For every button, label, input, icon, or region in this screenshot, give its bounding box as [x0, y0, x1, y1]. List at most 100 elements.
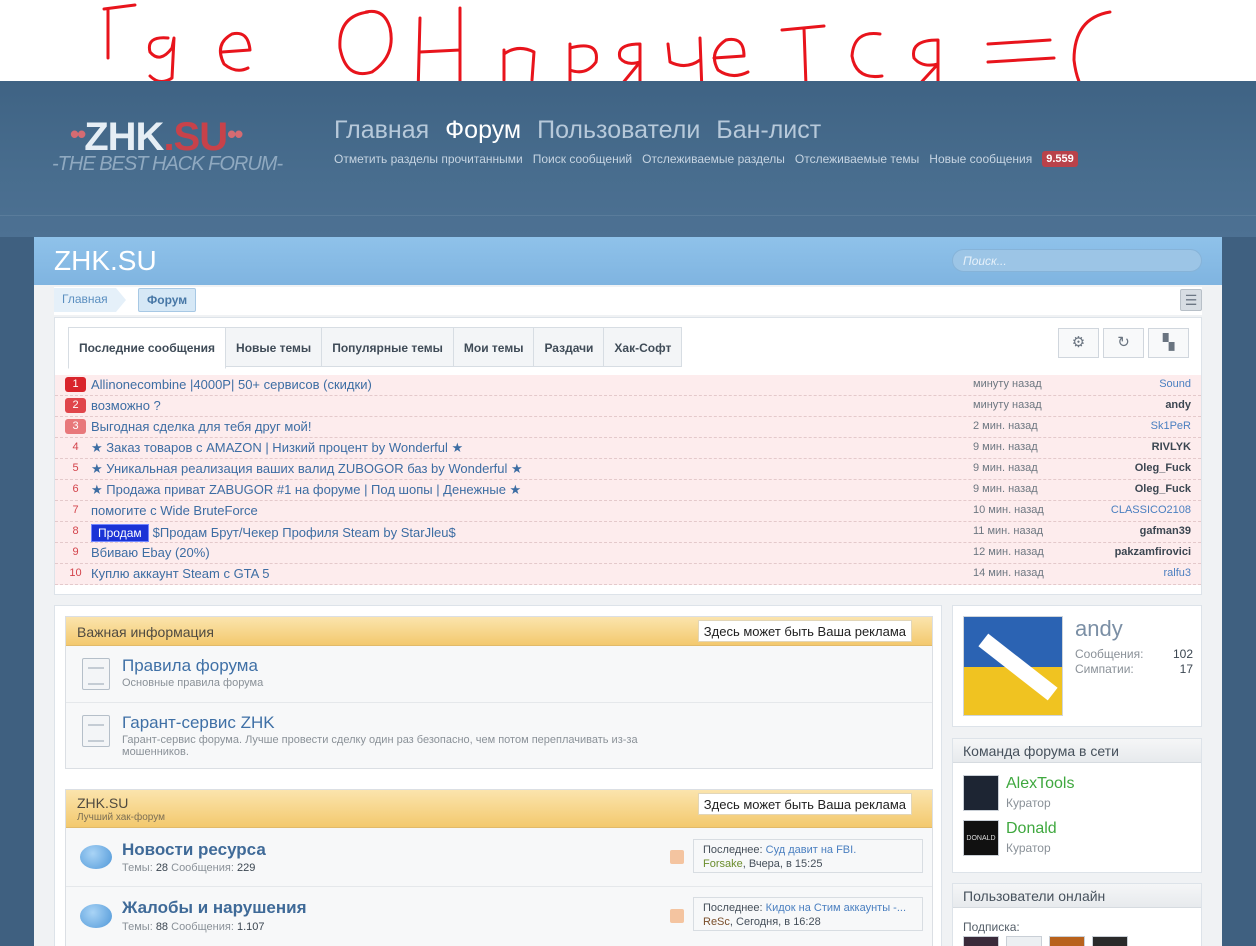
list-menu-icon[interactable]: ☰	[1180, 289, 1202, 311]
topic-author-link[interactable]: Sk1PeR	[1151, 420, 1191, 432]
new-posts-count-badge[interactable]: 9.559	[1042, 151, 1078, 167]
last-post-user-link[interactable]: ReSc	[703, 916, 730, 928]
table-row[interactable]: 1 Allinonecombine |4000P| 50+ сервисов (…	[55, 375, 1201, 396]
category-title[interactable]: ZHK.SU	[77, 795, 128, 811]
table-row[interactable]: 9 Вбиваю Ebay (20%) 12 мин. назад pakzam…	[55, 543, 1201, 564]
topic-author-link[interactable]: pakzamfirovici	[1115, 546, 1191, 558]
category-title[interactable]: Важная информация	[77, 624, 214, 640]
topic-title-link[interactable]: Куплю аккаунт Steam с GTA 5	[91, 566, 269, 581]
topic-title-link[interactable]: Продам $Продам Брут/Чекер Профиля Steam b…	[91, 524, 456, 542]
staff-role: Куратор	[1006, 796, 1051, 810]
ad-banner[interactable]: Здесь может быть Ваша реклама	[697, 793, 912, 815]
topic-title-link[interactable]: ★ Продажа приват ZABUGOR #1 на форуме | …	[91, 482, 521, 498]
profile-posts: Сообщения: 102	[1075, 647, 1193, 661]
forum-node[interactable]: Правила форума Основные правила форума	[66, 646, 932, 703]
handwritten-annotation	[0, 0, 1256, 81]
last-post-link[interactable]: Суд давит на FBI.	[766, 844, 857, 856]
nav-item-banlist[interactable]: Бан-лист	[716, 116, 821, 145]
avatar[interactable]	[1049, 936, 1085, 946]
avatar[interactable]	[1092, 936, 1128, 946]
forum-node[interactable]: Новости ресурса Темы: 28 Сообщения: 229 …	[66, 828, 932, 887]
forum-title-link[interactable]: Жалобы и нарушения	[122, 898, 307, 918]
topic-author-link[interactable]: Oleg_Fuck	[1135, 462, 1191, 474]
table-row[interactable]: 10 Куплю аккаунт Steam с GTA 5 14 мин. н…	[55, 564, 1201, 585]
subnav-mark-read[interactable]: Отметить разделы прочитанными	[334, 152, 523, 166]
table-row[interactable]: 2 возможно ? минуту назад andy	[55, 396, 1201, 417]
table-row[interactable]: 5 ★ Уникальная реализация ваших валид ZU…	[55, 459, 1201, 480]
last-post-time: , Вчера, в 15:25	[742, 858, 823, 870]
topic-title-link[interactable]: помогите с Wide BruteForce	[91, 503, 258, 518]
tab-my-threads[interactable]: Мои темы	[453, 327, 535, 367]
topic-title-link[interactable]: Выгодная сделка для тебя друг мой!	[91, 419, 311, 434]
table-row[interactable]: 4 ★ Заказ товаров с AMAZON | Низкий проц…	[55, 438, 1201, 459]
topic-author-link[interactable]: gafman39	[1140, 525, 1191, 537]
forum-node[interactable]: Гарант-сервис ZHK Гарант-сервис форума. …	[66, 703, 932, 768]
refresh-icon[interactable]: ↻	[1103, 328, 1144, 358]
settings-gear-icon[interactable]: ⚙	[1058, 328, 1099, 358]
forum-title-link[interactable]: Гарант-сервис ZHK	[122, 713, 275, 733]
topic-author-link[interactable]: RIVLYK	[1152, 441, 1191, 453]
site-title[interactable]: ZHK.SU	[54, 245, 157, 277]
topic-time: 12 мин. назад	[973, 546, 1044, 558]
topic-prefix-badge[interactable]: Продам	[91, 524, 149, 542]
nav-item-users[interactable]: Пользователи	[537, 116, 700, 145]
tab-popular-threads[interactable]: Популярные темы	[322, 327, 454, 367]
topic-title-link[interactable]: Вбиваю Ebay (20%)	[91, 545, 210, 560]
forum-stats: Темы: 28 Сообщения: 229	[122, 862, 255, 874]
topic-title-link[interactable]: ★ Заказ товаров с AMAZON | Низкий процен…	[91, 440, 463, 456]
nav-item-forum[interactable]: Форум	[445, 116, 521, 145]
recent-topic-list: 1 Allinonecombine |4000P| 50+ сервисов (…	[55, 375, 1201, 585]
header-divider	[0, 215, 1256, 216]
breadcrumb-home[interactable]: Главная	[54, 288, 126, 312]
profile-username[interactable]: andy	[1075, 616, 1123, 642]
avatar[interactable]	[963, 936, 999, 946]
avatar[interactable]	[963, 616, 1063, 716]
topic-author-link[interactable]: ralfu3	[1163, 567, 1191, 579]
staff-name-link[interactable]: Donald	[1006, 820, 1057, 838]
row-rank: 5	[72, 462, 79, 474]
site-header: ••ZHK.SU•• -THE BEST HACK FORUM- Главная…	[0, 81, 1256, 237]
search-input[interactable]: Поиск...	[952, 249, 1202, 272]
subnav-new-posts[interactable]: Новые сообщения	[929, 152, 1032, 166]
topic-author-link[interactable]: CLASSICO2108	[1111, 504, 1191, 516]
forum-stats: Темы: 88 Сообщения: 1.107	[122, 921, 264, 933]
subnav-watched-threads[interactable]: Отслеживаемые темы	[795, 152, 919, 166]
table-row[interactable]: 3 Выгодная сделка для тебя друг мой! 2 м…	[55, 417, 1201, 438]
table-row[interactable]: 6 ★ Продажа приват ZABUGOR #1 на форуме …	[55, 480, 1201, 501]
avatar[interactable]	[963, 775, 999, 811]
forum-title-link[interactable]: Новости ресурса	[122, 840, 266, 860]
rss-icon[interactable]	[670, 850, 684, 864]
forum-title-link[interactable]: Правила форума	[122, 656, 258, 676]
category-description: Лучший хак-форум	[77, 812, 166, 823]
nav-item-home[interactable]: Главная	[334, 116, 429, 145]
topic-author-link[interactable]: Sound	[1159, 378, 1191, 390]
subnav-search-posts[interactable]: Поиск сообщений	[533, 152, 632, 166]
table-row[interactable]: 7 помогите с Wide BruteForce 10 мин. наз…	[55, 501, 1201, 522]
tab-giveaways[interactable]: Раздачи	[534, 327, 605, 367]
avatar[interactable]	[1006, 936, 1042, 946]
last-post-user-link[interactable]: Forsake	[703, 858, 743, 870]
tab-new-threads[interactable]: Новые темы	[226, 327, 323, 367]
last-post-link[interactable]: Кидок на Стим аккаунты -...	[766, 902, 906, 914]
subnav-watched-forums[interactable]: Отслеживаемые разделы	[642, 152, 785, 166]
site-logo[interactable]: ••ZHK.SU•• -THE BEST HACK FORUM-	[52, 115, 302, 175]
avatar[interactable]: DONALD	[963, 820, 999, 856]
forum-node[interactable]: Жалобы и нарушения Темы: 88 Сообщения: 1…	[66, 887, 932, 946]
topic-title-link[interactable]: возможно ?	[91, 398, 161, 413]
table-row[interactable]: 8 Продам $Продам Брут/Чекер Профиля Steam…	[55, 522, 1201, 543]
row-rank: 4	[72, 441, 79, 453]
tab-recent-posts[interactable]: Последние сообщения	[68, 327, 227, 369]
rss-icon[interactable]	[670, 909, 684, 923]
row-rank: 2	[65, 398, 86, 413]
tab-hack-soft[interactable]: Хак-Софт	[604, 327, 683, 367]
topic-title-link[interactable]: ★ Уникальная реализация ваших валид ZUBO…	[91, 461, 523, 477]
ad-banner[interactable]: Здесь может быть Ваша реклама	[697, 620, 912, 642]
topic-author-link[interactable]: Oleg_Fuck	[1135, 483, 1191, 495]
topic-title-link[interactable]: Allinonecombine |4000P| 50+ сервисов (ск…	[91, 377, 372, 392]
topic-title-text: $Продам Брут/Чекер Профиля Steam by Star…	[152, 525, 456, 540]
staff-name-link[interactable]: AlexTools	[1006, 775, 1074, 793]
topic-author-link[interactable]: andy	[1165, 399, 1191, 411]
layout-grid-icon[interactable]: ▚	[1148, 328, 1189, 358]
posts-label: Сообщения:	[171, 862, 234, 874]
breadcrumb-current[interactable]: Форум	[138, 288, 197, 312]
